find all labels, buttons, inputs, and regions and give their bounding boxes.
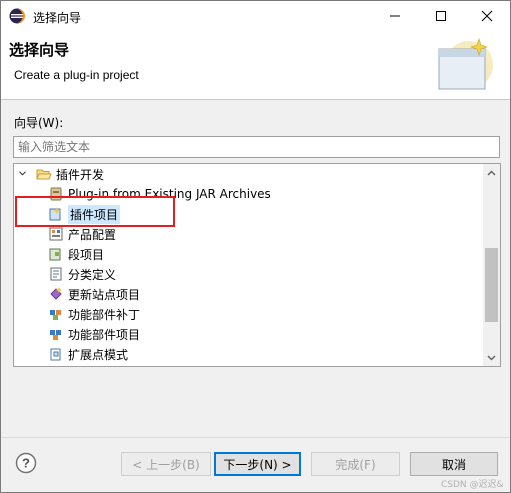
wizards-label: 向导(W):: [14, 116, 64, 130]
fragment-project-icon: [49, 248, 61, 261]
chevron-down-icon: [487, 355, 496, 360]
open-folder-icon: [36, 169, 52, 180]
update-site-icon: [50, 287, 62, 300]
tree-item[interactable]: 段项目: [48, 244, 104, 264]
tree-item[interactable]: 分类定义: [48, 264, 116, 284]
watermark: CSDN @迟迟&: [441, 480, 504, 490]
finish-button[interactable]: 完成(F): [311, 452, 400, 476]
tree-category-label: 插件开发: [56, 167, 105, 182]
tree-item-label: 功能部件补丁: [68, 307, 141, 322]
tree-item[interactable]: 产品配置: [48, 224, 116, 244]
category-definition-icon: [50, 267, 62, 281]
wizard-banner: 选择向导 Create a plug-in project: [1, 31, 510, 99]
feature-project-icon: [50, 330, 61, 340]
banner-separator: [1, 99, 510, 100]
extension-point-schema-icon: [50, 348, 61, 361]
product-config-icon: [49, 227, 63, 241]
tree-item[interactable]: 功能部件补丁: [48, 304, 140, 324]
tree-item-label: 产品配置: [68, 227, 117, 242]
cancel-button[interactable]: 取消: [410, 452, 498, 476]
title-bar: 选择向导: [1, 1, 510, 31]
next-button[interactable]: 下一步(N) >: [214, 452, 301, 476]
annotation-highlight-box: [15, 196, 175, 227]
feature-patch-icon: [50, 310, 61, 320]
chevron-down-icon[interactable]: [18, 166, 30, 182]
tree-category-plugin-development[interactable]: 插件开发: [18, 164, 104, 184]
scroll-up-button[interactable]: [483, 164, 500, 181]
footer-separator: [1, 437, 510, 438]
tree-item[interactable]: 扩展点模式: [48, 344, 128, 364]
wizard-dialog: 选择向导 选择向导 Create a plug-in project 向导(W)…: [0, 0, 511, 493]
wizard-tree[interactable]: 插件开发 Plug-in from Existing JAR Archives …: [13, 163, 501, 367]
tree-item-label: 扩展点模式: [68, 347, 129, 362]
close-button[interactable]: [464, 1, 510, 31]
wizard-banner-icon: [438, 38, 493, 90]
maximize-icon: [436, 11, 446, 21]
scroll-down-button[interactable]: [483, 349, 500, 366]
minimize-button[interactable]: [372, 1, 418, 31]
help-icon[interactable]: ?: [15, 452, 37, 474]
close-icon: [481, 10, 493, 22]
eclipse-icon: [9, 8, 25, 24]
tree-item[interactable]: 功能部件项目: [48, 324, 140, 344]
tree-item[interactable]: 更新站点项目: [48, 284, 140, 304]
filter-input[interactable]: [13, 136, 500, 158]
tree-item-label: 功能部件项目: [68, 327, 141, 342]
svg-text:?: ?: [22, 456, 30, 471]
tree-scrollbar[interactable]: [483, 164, 500, 366]
scroll-thumb[interactable]: [485, 248, 498, 322]
window-title: 选择向导: [33, 11, 82, 25]
banner-title: 选择向导: [9, 41, 70, 59]
minimize-icon: [390, 15, 400, 17]
maximize-button[interactable]: [418, 1, 464, 31]
tree-item-label: 更新站点项目: [68, 287, 141, 302]
tree-item-label: 段项目: [68, 247, 105, 262]
banner-description: Create a plug-in project: [14, 68, 139, 82]
back-button[interactable]: < 上一步(B): [121, 452, 211, 476]
tree-item-label: 分类定义: [68, 267, 117, 282]
chevron-up-icon: [487, 170, 496, 175]
